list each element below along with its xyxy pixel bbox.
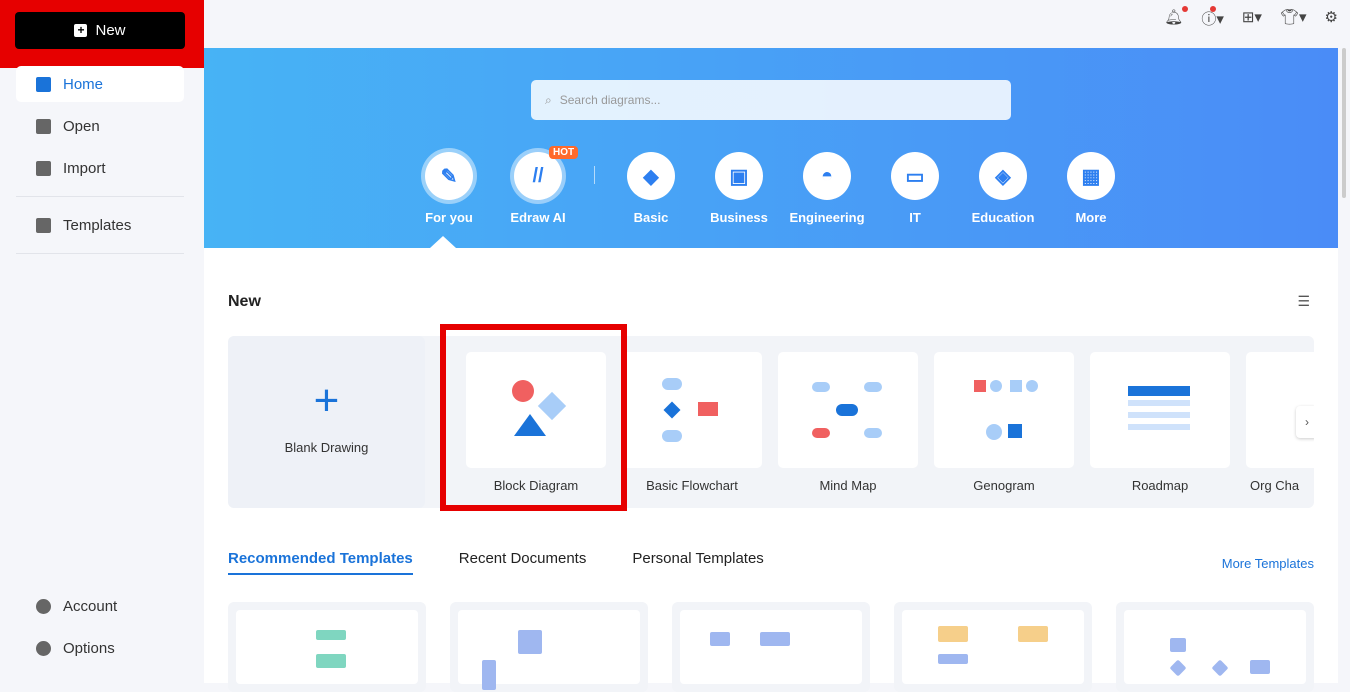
label: Business [710, 210, 768, 225]
template-thumbnail[interactable] [1116, 602, 1314, 692]
category-basic[interactable]: ◆ Basic [606, 152, 696, 225]
more-templates-link[interactable]: More Templates [1222, 556, 1314, 571]
apps-icon[interactable]: ⊞▾ [1242, 8, 1262, 29]
template-thumbnail[interactable] [228, 602, 426, 692]
sidebar-item-options[interactable]: Options [16, 630, 184, 666]
search-input[interactable]: ⌕ Search diagrams... [531, 80, 1011, 120]
template-genogram[interactable]: Genogram [934, 352, 1074, 493]
new-label: New [95, 22, 126, 39]
help-icon[interactable]: ⓘ▾ [1201, 6, 1224, 29]
label: Account [63, 597, 118, 615]
section-title: New [228, 293, 261, 310]
for-you-icon: ✎ [425, 152, 473, 200]
hot-badge: HOT [549, 146, 579, 159]
category-for-you[interactable]: ✎ For you [404, 152, 494, 225]
plus-icon: + [74, 24, 88, 37]
label: Open [63, 117, 100, 135]
category-engineering[interactable]: ◓ Engineering [782, 152, 872, 225]
tag-icon: ◆ [627, 152, 675, 200]
template-thumbnail[interactable] [672, 602, 870, 692]
label: Import [63, 159, 106, 177]
graduation-cap-icon: ◈ [979, 152, 1027, 200]
template-thumbnail[interactable] [894, 602, 1092, 692]
main-content: ⌕ Search diagrams... ✎ For you //HOT Edraw … [204, 48, 1346, 692]
tab-recent-documents[interactable]: Recent Documents [459, 550, 587, 575]
template-tabs: Recommended Templates Recent Documents P… [228, 550, 764, 575]
import-icon [36, 160, 51, 176]
briefcase-icon: ▣ [715, 152, 763, 200]
settings-icon[interactable]: ⚙ [1325, 8, 1338, 29]
blank-drawing[interactable]: + Blank Drawing [228, 336, 425, 508]
label: Org Cha [1250, 478, 1300, 493]
grid-icon: ▦ [1067, 152, 1115, 200]
bell-icon[interactable]: 🔔︎ [1164, 6, 1189, 29]
templates-icon [36, 217, 51, 233]
sidebar-item-account[interactable]: Account [16, 588, 184, 624]
sidebar-item-import[interactable]: Import [16, 150, 184, 186]
block-diagram-highlight [440, 324, 627, 511]
template-thumbnail[interactable] [450, 602, 648, 692]
label: Engineering [789, 210, 865, 225]
new-templates-row: + Blank Drawing Block Diagram Basic Flowc… [228, 336, 1314, 508]
search-placeholder: Search diagrams... [559, 93, 661, 107]
hero-banner: ⌕ Search diagrams... ✎ For you //HOT Edraw … [204, 48, 1338, 248]
selected-caret [430, 236, 456, 248]
plus-icon: + [313, 376, 340, 425]
category-business[interactable]: ▣ Business [694, 152, 784, 225]
label: Basic Flowchart [646, 478, 738, 493]
edraw-ai-icon: // [514, 152, 562, 200]
label: Genogram [973, 478, 1035, 493]
template-basic-flowchart[interactable]: Basic Flowchart [622, 352, 762, 493]
sidebar: + New Home Open Import Templates Account … [0, 0, 204, 683]
label: Home [63, 75, 104, 93]
template-mind-map[interactable]: Mind Map [778, 352, 918, 493]
category-education[interactable]: ◈ Education [958, 152, 1048, 225]
label: Basic [633, 210, 669, 225]
label: Mind Map [819, 478, 877, 493]
home-icon [36, 76, 51, 92]
account-icon [36, 598, 51, 614]
top-toolbar: 🔔︎ ⓘ▾ ⊞▾ 👕︎▾ ⚙ [1164, 6, 1338, 29]
divider [16, 196, 184, 197]
scrollbar[interactable] [1342, 48, 1346, 198]
gear-icon [36, 640, 51, 656]
list-settings-icon[interactable]: ☰ [1297, 293, 1310, 310]
divider [16, 253, 184, 254]
sidebar-item-templates[interactable]: Templates [16, 207, 184, 243]
scroll-right-button[interactable]: › [1296, 406, 1314, 438]
hardhat-icon: ◓ [803, 152, 851, 200]
sidebar-item-open[interactable]: Open [16, 108, 184, 144]
label: IT [909, 210, 921, 225]
divider [594, 166, 595, 184]
new-highlight: + New [0, 0, 204, 68]
label: Roadmap [1131, 478, 1189, 493]
monitor-icon: ▭ [891, 152, 939, 200]
search-icon: ⌕ [545, 92, 552, 107]
label: More [1075, 210, 1107, 225]
file-icon [36, 118, 51, 134]
category-edraw-ai[interactable]: //HOT Edraw AI [493, 146, 583, 225]
label: Edraw AI [510, 210, 566, 225]
label: Blank Drawing [284, 440, 369, 455]
theme-shirt-icon[interactable]: 👕︎▾ [1280, 8, 1307, 29]
template-roadmap[interactable]: Roadmap [1090, 352, 1230, 493]
category-more[interactable]: ▦ More [1046, 152, 1136, 225]
tab-personal-templates[interactable]: Personal Templates [632, 550, 763, 575]
sidebar-item-home[interactable]: Home [16, 66, 184, 102]
label: For you [425, 210, 473, 225]
category-it[interactable]: ▭ IT [870, 152, 960, 225]
label: Templates [63, 216, 132, 234]
tab-recommended-templates[interactable]: Recommended Templates [228, 550, 413, 575]
label: Options [63, 639, 115, 657]
new-button[interactable]: + New [15, 12, 185, 49]
label: Education [971, 210, 1035, 225]
